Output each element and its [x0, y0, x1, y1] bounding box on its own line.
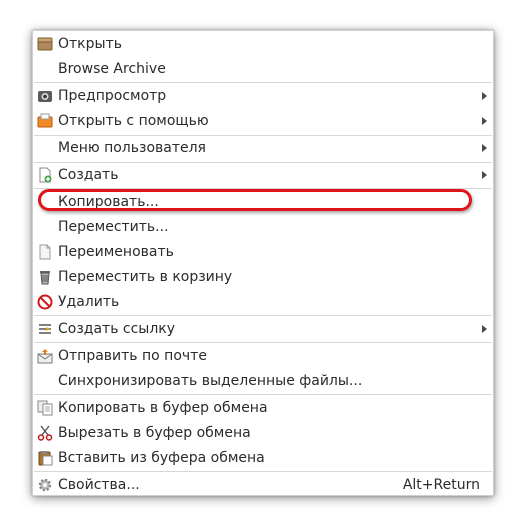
archive-box-icon — [37, 36, 53, 52]
context-menu: Открыть Browse Archive Предпросмотр Откр… — [32, 30, 494, 496]
preview-icon — [37, 88, 53, 104]
menu-item-label: Вырезать в буфер обмена — [58, 425, 251, 441]
menu-item-user-menu[interactable]: Меню пользователя — [33, 136, 493, 160]
menu-item-move-to[interactable]: Переместить... — [33, 215, 493, 239]
paste-icon — [37, 450, 53, 466]
menu-separator — [34, 342, 492, 343]
menu-item-label: Открыть с помощью — [58, 113, 209, 129]
menu-item-label: Синхронизировать выделенные файлы... — [58, 373, 363, 389]
menu-item-copy-to[interactable]: Копировать... — [33, 190, 493, 214]
new-document-icon — [37, 167, 53, 183]
menu-item-label: Копировать... — [58, 194, 159, 210]
menu-separator — [34, 471, 492, 472]
menu-item-label: Создать — [58, 167, 119, 183]
menu-item-browse-archive[interactable]: Browse Archive — [33, 57, 493, 81]
menu-item-label: Переместить в корзину — [58, 269, 233, 285]
open-with-icon — [37, 113, 53, 129]
menu-item-preview[interactable]: Предпросмотр — [33, 84, 493, 108]
menu-item-label: Открыть — [58, 36, 122, 52]
menu-item-delete[interactable]: Удалить — [33, 290, 493, 314]
menu-separator — [34, 82, 492, 83]
menu-item-label: Свойства... — [58, 477, 140, 493]
menu-item-paste-clipboard[interactable]: Вставить из буфера обмена — [33, 446, 493, 470]
copy-icon — [37, 400, 53, 416]
menu-item-label: Удалить — [58, 294, 120, 310]
menu-item-label: Отправить по почте — [58, 348, 207, 364]
submenu-arrow-icon — [482, 325, 487, 333]
menu-item-create[interactable]: Создать — [33, 163, 493, 187]
menu-item-label: Переместить... — [58, 219, 169, 235]
scissors-icon — [37, 425, 53, 441]
menu-item-properties[interactable]: Свойства... Alt+Return — [33, 473, 493, 497]
link-icon — [37, 321, 53, 337]
menu-item-send-mail[interactable]: Отправить по почте — [33, 344, 493, 368]
menu-item-label: Вставить из буфера обмена — [58, 450, 265, 466]
menu-item-rename[interactable]: Переименовать — [33, 240, 493, 264]
menu-item-label: Копировать в буфер обмена — [58, 400, 268, 416]
submenu-arrow-icon — [482, 171, 487, 179]
menu-item-copy-clipboard[interactable]: Копировать в буфер обмена — [33, 396, 493, 420]
menu-item-open[interactable]: Открыть — [33, 32, 493, 56]
menu-item-open-with[interactable]: Открыть с помощью — [33, 109, 493, 133]
menu-item-move-to-trash[interactable]: Переместить в корзину — [33, 265, 493, 289]
submenu-arrow-icon — [482, 144, 487, 152]
menu-separator — [34, 315, 492, 316]
submenu-arrow-icon — [482, 117, 487, 125]
delete-icon — [37, 294, 53, 310]
menu-separator — [34, 188, 492, 189]
menu-item-label: Создать ссылку — [58, 321, 176, 337]
menu-item-shortcut: Alt+Return — [402, 477, 480, 493]
menu-item-create-link[interactable]: Создать ссылку — [33, 317, 493, 341]
trash-icon — [37, 269, 53, 285]
menu-item-sync-selected[interactable]: Синхронизировать выделенные файлы... — [33, 369, 493, 393]
menu-item-label: Предпросмотр — [58, 88, 167, 104]
menu-item-label: Переименовать — [58, 244, 174, 260]
menu-item-label: Меню пользователя — [58, 140, 206, 156]
menu-separator — [34, 394, 492, 395]
send-mail-icon — [37, 348, 53, 364]
menu-item-label: Browse Archive — [58, 61, 166, 77]
submenu-arrow-icon — [482, 92, 487, 100]
blank-document-icon — [37, 244, 53, 260]
menu-item-cut-clipboard[interactable]: Вырезать в буфер обмена — [33, 421, 493, 445]
gear-icon — [37, 477, 53, 493]
